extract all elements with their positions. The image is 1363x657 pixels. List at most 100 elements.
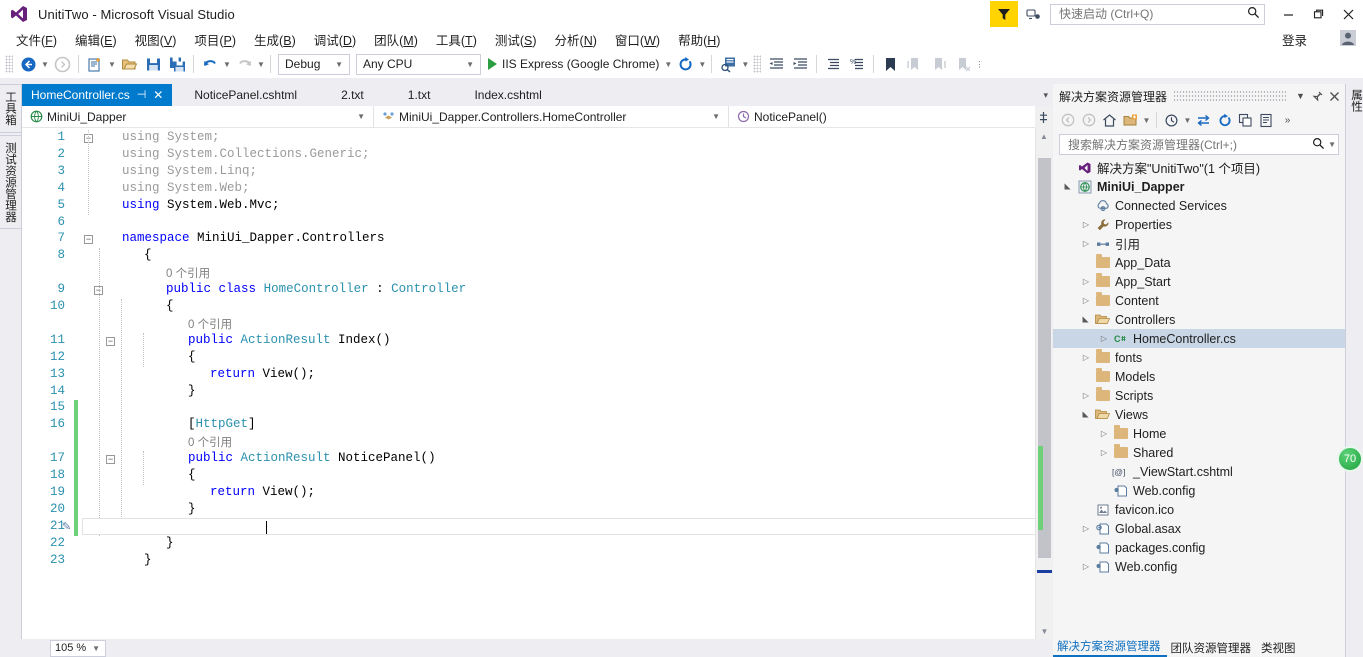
properties-icon[interactable]: [1256, 109, 1277, 131]
document-tab-5[interactable]: Index.cshtml: [452, 84, 564, 106]
tree-item-selected[interactable]: ▷ C HomeController.cs: [1053, 329, 1345, 348]
notifications-icon[interactable]: [1020, 1, 1046, 27]
collapse-all-icon[interactable]: [1235, 109, 1256, 131]
tree-item[interactable]: Web.config: [1053, 481, 1345, 500]
new-project-dropdown-icon[interactable]: ▼: [107, 52, 117, 76]
code-editor-surface[interactable]: 1 − using System; 2 using System.Collections…: [22, 128, 1052, 639]
prev-bookmark-icon[interactable]: [902, 52, 926, 76]
save-all-icon[interactable]: [165, 52, 189, 76]
undo-icon[interactable]: [198, 52, 222, 76]
bookmark-icon[interactable]: [878, 52, 902, 76]
editor-vertical-scrollbar[interactable]: ▲ ▼: [1035, 128, 1052, 639]
navigate-back-icon[interactable]: [16, 52, 40, 76]
menu-item-5[interactable]: 生成(B): [245, 28, 305, 51]
refresh-dropdown-icon[interactable]: ▼: [697, 52, 707, 76]
chevron-right-icon[interactable]: ▷: [1079, 524, 1093, 533]
clear-bookmarks-icon[interactable]: [950, 52, 974, 76]
chevron-right-icon[interactable]: ▷: [1079, 296, 1093, 305]
chevron-down-icon[interactable]: ◢: [1082, 408, 1091, 422]
comment-icon[interactable]: [821, 52, 845, 76]
sync-with-active-document-icon[interactable]: [1193, 109, 1214, 131]
tree-item[interactable]: ▷ Properties: [1053, 215, 1345, 234]
search-options-chevron-icon[interactable]: ▼: [1325, 140, 1336, 149]
solution-platform-combo[interactable]: Any CPU ▼: [356, 53, 481, 75]
tree-item[interactable]: ▷ Shared: [1053, 443, 1345, 462]
tree-item[interactable]: favicon.ico: [1053, 500, 1345, 519]
maximize-button[interactable]: [1303, 0, 1333, 28]
fold-toggle-icon[interactable]: −: [106, 455, 115, 465]
undo-dropdown-icon[interactable]: ▼: [222, 52, 232, 76]
chevron-down-icon[interactable]: ◢: [1082, 313, 1091, 327]
chevron-right-icon[interactable]: ▷: [1097, 429, 1111, 438]
tree-item[interactable]: ◢ MiniUi_Dapper: [1053, 177, 1345, 196]
menu-item-8[interactable]: 工具(T): [427, 28, 486, 51]
split-view-button[interactable]: [1035, 106, 1052, 128]
pending-changes-icon[interactable]: [1161, 109, 1182, 131]
sign-in-link[interactable]: 登录: [1282, 28, 1307, 50]
tree-item[interactable]: ▷ Content: [1053, 291, 1345, 310]
chevron-right-icon[interactable]: ▷: [1079, 391, 1093, 400]
menu-item-1[interactable]: 文件(F): [7, 28, 66, 51]
tree-item[interactable]: ◢ Controllers: [1053, 310, 1345, 329]
close-icon[interactable]: ✕: [153, 89, 163, 101]
scroll-up-icon[interactable]: ▲: [1036, 128, 1052, 144]
chevron-right-icon[interactable]: ▷: [1079, 353, 1093, 362]
tree-item[interactable]: ▷ 引用: [1053, 234, 1345, 253]
fold-toggle-icon[interactable]: −: [84, 235, 93, 245]
panel-drag-dots[interactable]: [1173, 90, 1286, 102]
chevron-down-icon[interactable]: ▼: [1292, 85, 1309, 107]
overflow-icon[interactable]: »: [1277, 109, 1298, 131]
menu-item-12[interactable]: 帮助(H): [669, 28, 729, 51]
uncomment-icon[interactable]: %: [845, 52, 869, 76]
tree-item[interactable]: ▷ Scripts: [1053, 386, 1345, 405]
indent-icon[interactable]: [788, 52, 812, 76]
tree-item[interactable]: ◢ Views: [1053, 405, 1345, 424]
menu-item-10[interactable]: 分析(N): [546, 28, 606, 51]
menu-item-9[interactable]: 测试(S): [486, 28, 546, 51]
minimize-button[interactable]: [1273, 0, 1303, 28]
tree-item[interactable]: packages.config: [1053, 538, 1345, 557]
toolbar-grip[interactable]: [5, 55, 13, 73]
start-debugging-dropdown-icon[interactable]: ▼: [663, 52, 673, 76]
tree-item[interactable]: [@] _ViewStart.cshtml: [1053, 462, 1345, 481]
navbar-type-combo[interactable]: MiniUi_Dapper.Controllers.HomeController…: [374, 106, 729, 127]
tree-item[interactable]: 解决方案"UnitiTwo"(1 个项目): [1053, 158, 1345, 177]
menu-item-2[interactable]: 编辑(E): [66, 28, 126, 51]
quick-launch-box[interactable]: [1050, 3, 1265, 25]
pin-icon[interactable]: ⊣: [137, 89, 147, 101]
tree-item[interactable]: ▷ Home: [1053, 424, 1345, 443]
find-in-files-dropdown-icon[interactable]: ▼: [740, 52, 750, 76]
document-tab-3[interactable]: 2.txt: [319, 84, 386, 106]
navigate-forward-icon[interactable]: [50, 52, 74, 76]
document-tab-1[interactable]: HomeController.cs ⊣ ✕: [22, 84, 173, 106]
find-in-files-icon[interactable]: [716, 52, 740, 76]
navbar-project-combo[interactable]: MiniUi_Dapper ▼: [22, 106, 374, 127]
left-dock-tab-2[interactable]: 测试资源管理器: [0, 134, 21, 229]
redo-icon[interactable]: [232, 52, 256, 76]
tree-item[interactable]: Models: [1053, 367, 1345, 386]
chevron-right-icon[interactable]: ▷: [1079, 562, 1093, 571]
menu-item-7[interactable]: 团队(M): [365, 28, 427, 51]
chevron-right-icon[interactable]: ▷: [1079, 220, 1093, 229]
menu-item-4[interactable]: 项目(P): [185, 28, 245, 51]
redo-dropdown-icon[interactable]: ▼: [256, 52, 266, 76]
refresh-icon[interactable]: [1214, 109, 1235, 131]
scroll-down-icon[interactable]: ▼: [1036, 623, 1053, 639]
open-file-icon[interactable]: [117, 52, 141, 76]
fold-toggle-icon[interactable]: −: [106, 336, 115, 346]
chevron-right-icon[interactable]: ▷: [1079, 277, 1093, 286]
save-icon[interactable]: [141, 52, 165, 76]
tabstrip-overflow-icon[interactable]: ▾: [1043, 84, 1052, 106]
chevron-right-icon[interactable]: ▷: [1079, 239, 1093, 248]
document-tab-4[interactable]: 1.txt: [385, 84, 453, 106]
tree-item[interactable]: ▷ Web.config: [1053, 557, 1345, 576]
close-icon[interactable]: [1326, 85, 1343, 107]
solution-explorer-tree[interactable]: 解决方案"UnitiTwo"(1 个项目) ◢ MiniUi_Dapper Conne…: [1053, 158, 1345, 609]
tree-item[interactable]: ▷ fonts: [1053, 348, 1345, 367]
pin-icon[interactable]: [1309, 85, 1326, 107]
panel-tab-1[interactable]: 解决方案资源管理器: [1053, 636, 1167, 657]
toolbar-grip[interactable]: [753, 55, 762, 73]
new-project-icon[interactable]: [83, 52, 107, 76]
show-all-files-icon[interactable]: [1120, 109, 1141, 131]
chevron-right-icon[interactable]: ▷: [1097, 448, 1111, 457]
